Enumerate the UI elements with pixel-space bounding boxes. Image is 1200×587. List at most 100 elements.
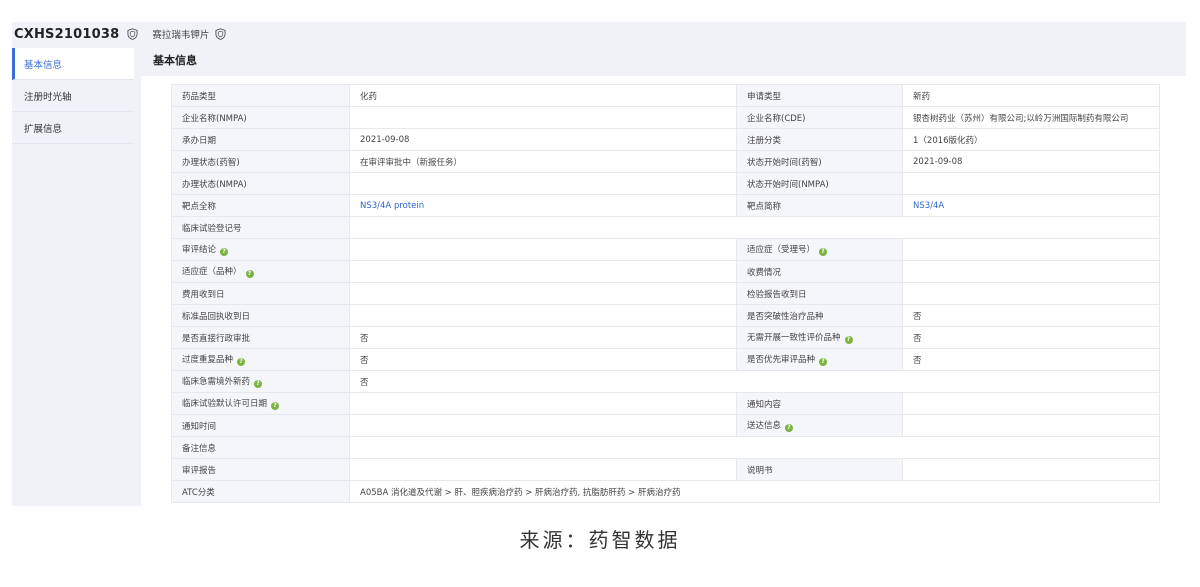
table-row: 药品类型 化药 申请类型 新药 — [171, 84, 1160, 107]
field-label: 企业名称(CDE) — [736, 106, 903, 129]
field-label: 检验报告收到日 — [736, 282, 903, 305]
question-circle-icon[interactable]: ? — [819, 248, 828, 256]
field-value: 否 — [902, 348, 1160, 371]
field-value — [349, 436, 1160, 459]
field-value — [349, 304, 737, 327]
field-label-cell: 临床试验默认许可日期? — [171, 392, 350, 415]
field-value: 1（2016版化药） — [902, 128, 1160, 151]
question-circle-icon[interactable]: ? — [245, 270, 254, 278]
info-table: 药品类型 化药 申请类型 新药 企业名称(NMPA) 企业名称(CDE) 银杏树… — [171, 84, 1160, 503]
sidebar-item-extended-info[interactable]: 扩展信息 — [12, 112, 134, 144]
section-title: 基本信息 — [153, 54, 197, 67]
field-label: 办理状态(NMPA) — [171, 172, 350, 195]
field-value: 否 — [902, 304, 1160, 327]
shield-icon[interactable] — [127, 28, 138, 40]
application-code: CXHS2101038 — [14, 26, 120, 42]
field-label: 过度重复品种 — [182, 355, 234, 365]
field-value — [349, 238, 737, 261]
field-label: 办理状态(药智) — [171, 150, 350, 173]
field-value — [902, 260, 1160, 283]
field-value — [349, 216, 1160, 239]
field-value — [349, 260, 737, 283]
field-value: 2021-09-08 — [902, 150, 1160, 173]
field-label: 说明书 — [736, 458, 903, 481]
field-value — [349, 172, 737, 195]
field-label: 适应症（受理号） — [747, 245, 816, 255]
table-row: 靶点全称 NS3/4A protein 靶点简称 NS3/4A — [171, 194, 1160, 217]
table-row: 临床试验登记号 — [171, 216, 1160, 239]
field-label-cell: 临床急需境外新药? — [171, 370, 350, 393]
info-panel: 药品类型 化药 申请类型 新药 企业名称(NMPA) 企业名称(CDE) 银杏树… — [141, 76, 1186, 528]
sidebar-item-label: 基本信息 — [24, 59, 63, 71]
field-label: 审评报告 — [171, 458, 350, 481]
drug-name: 赛拉瑞韦钾片 — [152, 30, 210, 41]
field-label: 通知内容 — [736, 392, 903, 415]
field-value: 2021-09-08 — [349, 128, 737, 151]
field-label: 承办日期 — [171, 128, 350, 151]
sidebar: 基本信息 注册时光轴 扩展信息 — [12, 48, 134, 506]
table-row: 费用收到日 检验报告收到日 — [171, 282, 1160, 305]
field-label-cell: 适应症（品种）? — [171, 260, 350, 283]
field-label: 临床试验登记号 — [171, 216, 350, 239]
field-label: 企业名称(NMPA) — [171, 106, 350, 129]
source-caption: 来源：药智数据 — [519, 528, 681, 552]
field-label: 临床急需境外新药 — [182, 377, 251, 387]
field-label-cell: 适应症（受理号）? — [736, 238, 903, 261]
table-row: 办理状态(药智) 在审评审批中（新报任务） 状态开始时间(药智) 2021-09… — [171, 150, 1160, 173]
field-label: 状态开始时间(NMPA) — [736, 172, 903, 195]
atc-classification: A05BA 消化道及代谢 > 肝、胆疾病治疗药 > 肝病治疗药, 抗脂肪肝药 >… — [349, 480, 1160, 503]
field-value: 化药 — [349, 84, 737, 107]
field-value: 新药 — [902, 84, 1160, 107]
table-row: ATC分类 A05BA 消化道及代谢 > 肝、胆疾病治疗药 > 肝病治疗药, 抗… — [171, 480, 1160, 503]
field-value: 否 — [349, 326, 737, 349]
field-label-cell: 是否优先审评品种? — [736, 348, 903, 371]
field-label: 临床试验默认许可日期 — [182, 399, 268, 409]
table-row: 审评报告 说明书 — [171, 458, 1160, 481]
main-content: 基本信息 药品类型 化药 申请类型 新药 企业名称(NMPA) 企业名称(CDE… — [141, 48, 1186, 528]
question-circle-icon[interactable]: ? — [785, 424, 794, 432]
target-full-name-link[interactable]: NS3/4A protein — [349, 194, 737, 217]
sidebar-item-timeline[interactable]: 注册时光轴 — [12, 80, 134, 112]
field-label: 药品类型 — [171, 84, 350, 107]
table-row: 适应症（品种）? 收费情况 — [171, 260, 1160, 283]
question-circle-icon[interactable]: ? — [220, 248, 229, 256]
field-label: ATC分类 — [171, 480, 350, 503]
table-row: 通知时间 送达信息? — [171, 414, 1160, 437]
question-circle-icon[interactable]: ? — [254, 380, 263, 388]
field-label: 靶点全称 — [171, 194, 350, 217]
table-row: 备注信息 — [171, 436, 1160, 459]
field-value — [902, 458, 1160, 481]
question-circle-icon[interactable]: ? — [271, 402, 280, 410]
field-value — [902, 238, 1160, 261]
field-value — [349, 458, 737, 481]
field-label-cell: 审评结论? — [171, 238, 350, 261]
field-value: 否 — [902, 326, 1160, 349]
field-label: 状态开始时间(药智) — [736, 150, 903, 173]
field-label: 是否直接行政审批 — [171, 326, 350, 349]
question-circle-icon[interactable]: ? — [819, 358, 828, 366]
field-label: 审评结论 — [182, 245, 217, 255]
field-label: 无需开展一致性评价品种 — [747, 333, 841, 343]
shield-icon[interactable] — [215, 28, 226, 40]
sidebar-item-label: 扩展信息 — [24, 123, 63, 135]
question-circle-icon[interactable]: ? — [237, 358, 246, 366]
field-label: 申请类型 — [736, 84, 903, 107]
table-row: 办理状态(NMPA) 状态开始时间(NMPA) — [171, 172, 1160, 195]
question-circle-icon[interactable]: ? — [844, 336, 853, 344]
field-value — [902, 172, 1160, 195]
target-short-name-link[interactable]: NS3/4A — [902, 194, 1160, 217]
field-label: 适应症（品种） — [182, 267, 242, 277]
field-label: 费用收到日 — [171, 282, 350, 305]
field-label-cell: 送达信息? — [736, 414, 903, 437]
field-value — [349, 414, 737, 437]
field-label: 是否突破性治疗品种 — [736, 304, 903, 327]
field-label: 是否优先审评品种 — [747, 355, 816, 365]
field-value: 否 — [349, 348, 737, 371]
field-label: 送达信息 — [747, 421, 782, 431]
table-row: 过度重复品种? 否 是否优先审评品种? 否 — [171, 348, 1160, 371]
table-row: 标准品回执收到日 是否突破性治疗品种 否 — [171, 304, 1160, 327]
field-value: 否 — [349, 370, 1160, 393]
sidebar-item-basic-info[interactable]: 基本信息 — [12, 48, 134, 80]
field-value — [902, 414, 1160, 437]
field-label: 标准品回执收到日 — [171, 304, 350, 327]
